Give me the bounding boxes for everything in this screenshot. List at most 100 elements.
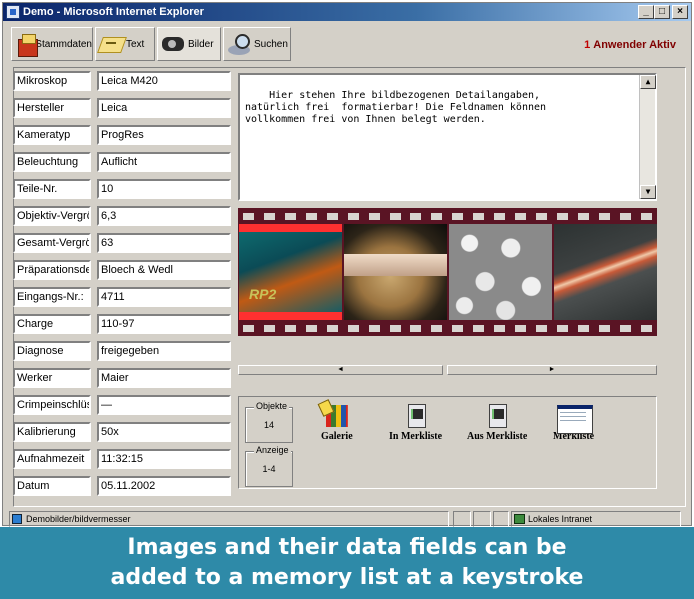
field-label: Präparationsde (13, 260, 91, 280)
field-label: Gesamt-Vergrö (13, 233, 91, 253)
field-value[interactable]: 05.11.2002 (97, 476, 231, 496)
window-title: Demo - Microsoft Internet Explorer (23, 6, 204, 18)
field-label: Datum (13, 476, 91, 496)
film-perforation (347, 212, 359, 220)
objects-title: Objekte (254, 401, 290, 411)
text-icon (98, 31, 124, 57)
add-to-list-label: In Merkliste (389, 431, 443, 442)
film-perforation (452, 324, 464, 332)
film-perforation (494, 212, 506, 220)
field-value[interactable]: 6,3 (97, 206, 231, 226)
tab-label: Text (126, 38, 145, 50)
security-zone-text: Lokales Intranet (528, 514, 593, 524)
minimize-button[interactable]: _ (638, 5, 654, 19)
intranet-icon (514, 514, 525, 524)
status-path: Demobilder/bildvermesser (9, 511, 449, 527)
film-perforation (536, 324, 548, 332)
field-label: Aufnahmezeit (13, 449, 91, 469)
cabinet-icon (14, 31, 39, 57)
add-to-list-button[interactable]: In Merkliste (389, 403, 442, 442)
field-value[interactable]: Leica (97, 98, 231, 118)
field-value[interactable]: 11:32:15 (97, 449, 231, 469)
caption-banner: Images and their data fields can be adde… (0, 527, 694, 599)
field-label: Diagnose (13, 341, 91, 361)
remove-from-list-label: Aus Merkliste (467, 431, 528, 442)
field-value[interactable]: 4711 (97, 287, 231, 307)
objects-groupbox: Objekte 14 (245, 401, 293, 443)
field-value[interactable]: — (97, 395, 231, 415)
field-value[interactable]: Maier (97, 368, 231, 388)
film-perforation (515, 324, 527, 332)
film-perforation (640, 324, 652, 332)
field-value[interactable]: Bloech & Wedl (97, 260, 231, 280)
field-row: Werker Maier (13, 368, 231, 388)
field-row: Gesamt-Vergrö 63 (13, 233, 231, 253)
field-value[interactable]: 63 (97, 233, 231, 253)
film-perforation (284, 212, 296, 220)
field-label: Kalibrierung (13, 422, 91, 442)
details-text: Hier stehen Ihre bildbezogenen Detailang… (245, 90, 547, 125)
film-perforation (410, 324, 422, 332)
maximize-button[interactable]: □ (654, 5, 670, 19)
caption-line-2: added to a memory list at a keystroke (110, 565, 584, 590)
field-value[interactable]: Leica M420 (97, 71, 231, 91)
field-row: Aufnahmezeit 11:32:15 (13, 449, 231, 469)
film-perforation (326, 324, 338, 332)
status-path-text: Demobilder/bildvermesser (26, 514, 131, 524)
field-row: Beleuchtung Auflicht (13, 152, 231, 172)
display-groupbox: Anzeige 1-4 (245, 445, 293, 487)
scroll-left-button[interactable]: ◄ (238, 365, 443, 375)
film-frame-beads[interactable] (449, 224, 552, 320)
tab-stammdaten[interactable]: Stammdaten (11, 27, 93, 61)
field-row: Mikroskop Leica M420 (13, 71, 231, 91)
tab-suchen[interactable]: Suchen (223, 27, 291, 61)
film-perforation (263, 212, 275, 220)
status-cell (453, 511, 471, 527)
film-perforation (326, 212, 338, 220)
remove-from-list-button[interactable]: Aus Merkliste (467, 403, 527, 442)
film-perforation (598, 212, 610, 220)
status-cell (493, 511, 509, 527)
film-perforation (242, 324, 254, 332)
title-bar: Demo - Microsoft Internet Explorer _ □ × (3, 3, 691, 21)
gallery-button[interactable]: Galerie (321, 403, 353, 442)
security-zone: Lokales Intranet (511, 511, 681, 527)
scroll-down-icon[interactable]: ▼ (640, 185, 656, 199)
film-frame-pcb[interactable]: RP2 (239, 224, 342, 320)
film-perforation (577, 324, 589, 332)
close-button[interactable]: × (672, 5, 688, 19)
field-value[interactable]: ProgRes (97, 125, 231, 145)
field-value[interactable]: 50x (97, 422, 231, 442)
field-label: Werker (13, 368, 91, 388)
film-perforations-top (238, 210, 657, 222)
tab-text[interactable]: Text (95, 27, 155, 61)
field-value[interactable]: 10 (97, 179, 231, 199)
gallery-icon (324, 403, 350, 429)
action-panel: Objekte 14 Anzeige 1-4 Galerie In Merkli… (238, 396, 657, 489)
field-row: Kameratyp ProgRes (13, 125, 231, 145)
field-value[interactable]: 110-97 (97, 314, 231, 334)
film-perforations-bottom (238, 322, 657, 334)
details-textbox[interactable]: Hier stehen Ihre bildbezogenen Detailang… (238, 73, 657, 201)
film-frame-fiber[interactable] (554, 224, 657, 320)
field-label: Mikroskop (13, 71, 91, 91)
film-perforation (640, 212, 652, 220)
arrow-left-icon: ◄ (337, 366, 344, 373)
tab-bilder[interactable]: Bilder (157, 27, 221, 61)
scroll-right-button[interactable]: ► (447, 365, 657, 375)
memory-list-button[interactable]: Merkliste (553, 403, 594, 442)
film-perforation (473, 212, 485, 220)
field-row: Eingangs-Nr.: 4711 (13, 287, 231, 307)
toolbar: Stammdaten Text Bilder Suchen 1 Anwender … (9, 25, 686, 65)
field-value[interactable]: freigegeben (97, 341, 231, 361)
film-frame-wire[interactable] (344, 224, 447, 320)
film-perforation (389, 212, 401, 220)
window-controls: _ □ × (638, 5, 688, 19)
field-value[interactable]: Auflicht (97, 152, 231, 172)
field-row: Objektiv-Vergrö 6,3 (13, 206, 231, 226)
vertical-scrollbar[interactable]: ▲ ▼ (639, 75, 656, 199)
arrow-right-icon: ► (548, 366, 556, 373)
scroll-up-icon[interactable]: ▲ (640, 75, 656, 89)
field-label: Crimpeinschlüs (13, 395, 91, 415)
film-perforation (242, 212, 254, 220)
